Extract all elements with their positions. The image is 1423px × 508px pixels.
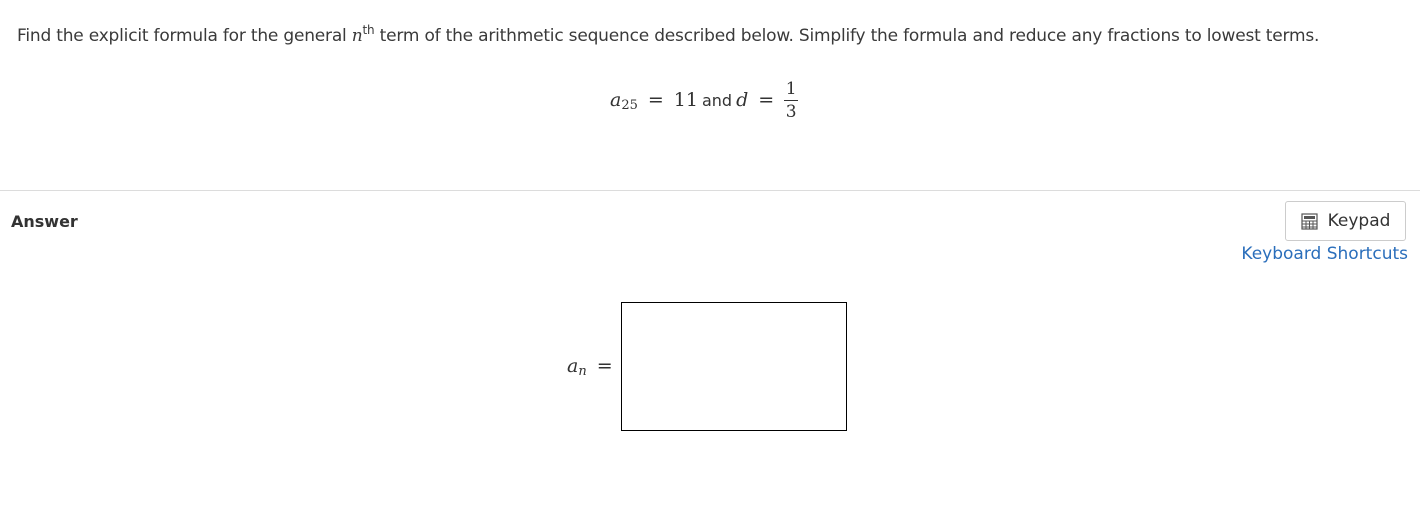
answer-input[interactable] [621,302,847,431]
an-subscript: n [578,363,587,379]
n-variable: n [351,26,363,46]
fraction-denominator: 3 [785,101,797,122]
d-variable: d [736,89,749,111]
d-fraction: 1 3 [784,78,799,122]
a25-value: 11 [673,89,698,111]
answer-label: Answer [11,212,78,231]
equals-sign-2: = [758,89,775,111]
question-text: Find the explicit formula for the genera… [17,23,1319,46]
a-subscript: 25 [621,97,638,113]
keypad-label: Keypad [1327,211,1391,231]
an-equals-sign: = [596,355,613,377]
fraction-bar [784,99,799,101]
section-divider [0,190,1420,191]
keypad-button[interactable]: Keypad [1285,201,1406,241]
question-text-start: Find the explicit formula for the genera… [17,26,352,46]
fraction-numerator: 1 [785,78,797,99]
equals-sign: = [647,89,664,111]
a-variable: a [610,89,622,111]
th-superscript: th [362,23,375,37]
question-text-end: term of the arithmetic sequence describe… [374,26,1320,46]
an-variable: a [567,355,579,377]
and-text: and [701,90,733,110]
keyboard-shortcuts-link[interactable]: Keyboard Shortcuts [1241,244,1408,264]
calculator-icon [1300,212,1318,230]
given-values: a 25 = 11 and d = 1 3 [610,74,799,126]
an-label: an = [567,355,613,379]
